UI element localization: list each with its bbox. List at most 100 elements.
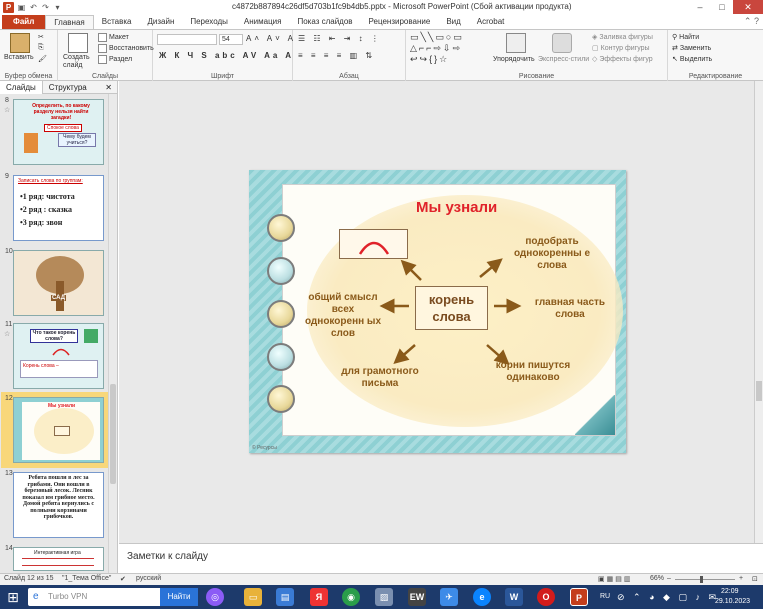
opera-icon[interactable]: O bbox=[537, 588, 555, 606]
quick-styles-button[interactable]: Экспресс-стили bbox=[538, 56, 589, 63]
text-format-buttons-icon[interactable]: Ж К Ч S abc AV Aa A bbox=[159, 51, 294, 60]
clock-date[interactable]: 29.10.2023 bbox=[715, 598, 750, 605]
word-icon[interactable]: W bbox=[505, 588, 523, 606]
tab-acrobat[interactable]: Acrobat bbox=[469, 15, 513, 29]
shape-outline-icon: ▢ bbox=[592, 45, 599, 52]
tab-insert[interactable]: Вставка bbox=[94, 15, 140, 29]
grow-shrink-font-icon[interactable]: A˄ A˅ A bbox=[246, 34, 296, 43]
arrange-button[interactable]: Упорядочить bbox=[493, 56, 535, 63]
shape-fill-icon: ◈ bbox=[592, 34, 598, 41]
help-icon[interactable]: ? bbox=[754, 16, 759, 26]
redo-icon[interactable]: ↷ bbox=[41, 3, 50, 12]
main-scrollbar[interactable] bbox=[754, 81, 763, 543]
font-name-combo[interactable] bbox=[157, 34, 217, 45]
section-button[interactable]: Раздел bbox=[98, 55, 132, 64]
tab-slideshow[interactable]: Показ слайдов bbox=[289, 15, 360, 29]
zoom-slider[interactable] bbox=[675, 579, 735, 580]
notes-pane[interactable]: Заметки к слайду bbox=[119, 543, 763, 573]
tab-home[interactable]: Главная bbox=[45, 15, 94, 29]
app-icon[interactable]: ▤ bbox=[276, 588, 294, 606]
zoom-slider-knob[interactable] bbox=[700, 576, 703, 583]
maximize-button[interactable]: □ bbox=[711, 0, 733, 14]
ribbon: Вставить ✂ ⎘ 🖌 Буфер обмена Создать слай… bbox=[0, 29, 763, 81]
customize-qat-icon[interactable]: ▾ bbox=[53, 3, 62, 12]
powerpoint-logo-icon[interactable]: P bbox=[3, 1, 14, 13]
shapes-gallery-icon[interactable]: ▭╲╲▭○▭ △⌐⌐⇨⇩⇨ ↩↪{}☆ bbox=[410, 32, 464, 65]
label-main-part[interactable]: главная часть слова bbox=[533, 297, 607, 321]
minimize-button[interactable]: – bbox=[689, 0, 711, 14]
fit-slide-icon[interactable]: ⊡ bbox=[752, 575, 758, 583]
yandex-browser-icon[interactable]: Я bbox=[310, 588, 328, 606]
keyboard-language[interactable]: RU bbox=[600, 593, 610, 600]
label-find-cognates[interactable]: подобрать однокоренны е слова bbox=[507, 236, 597, 272]
tab-review[interactable]: Рецензирование bbox=[361, 15, 439, 29]
notes-placeholder: Заметки к слайду bbox=[127, 551, 208, 562]
collapse-ribbon-icon[interactable]: ⌃ bbox=[744, 16, 752, 26]
select-button[interactable]: ↖ Выделить bbox=[672, 55, 712, 64]
tab-slides[interactable]: Слайды bbox=[0, 80, 43, 94]
list-buttons-icon[interactable]: ☰ ☷ ⇤ ⇥ ↕ ⋮ bbox=[298, 34, 382, 43]
copy-icon[interactable]: ⎘ bbox=[38, 44, 44, 52]
tab-transitions[interactable]: Переходы bbox=[182, 15, 236, 29]
quick-styles-icon[interactable] bbox=[552, 33, 572, 53]
reset-button[interactable]: Восстановить bbox=[98, 44, 154, 53]
pane-close-icon[interactable]: ✕ bbox=[105, 83, 112, 92]
font-size-combo[interactable]: 54 bbox=[219, 34, 243, 45]
save-icon[interactable]: ▣ bbox=[17, 3, 26, 12]
transition-star-icon: ☆ bbox=[4, 331, 11, 338]
zoom-in-icon[interactable]: + bbox=[739, 575, 743, 582]
binoculars-icon: ⚲ bbox=[672, 34, 678, 41]
zoom-out-icon[interactable]: – bbox=[667, 575, 671, 582]
label-roots-same[interactable]: корни пишутся одинаково bbox=[493, 360, 573, 384]
cut-icon[interactable]: ✂ bbox=[38, 33, 44, 41]
view-buttons-icon[interactable]: ▣▦▤▥ bbox=[598, 575, 632, 583]
zoom-level[interactable]: 66% bbox=[650, 575, 664, 582]
close-button[interactable]: ✕ bbox=[733, 0, 763, 14]
telegram-icon[interactable]: ✈ bbox=[440, 588, 458, 606]
new-slide-icon[interactable] bbox=[68, 33, 88, 53]
spellcheck-icon[interactable]: ✔ bbox=[120, 575, 126, 583]
system-tray: RU ⊘ ⌃ ◕ ◆ ▢ ♪ ✉ 22:09 29.10.2023 bbox=[593, 585, 763, 609]
label-for-writing[interactable]: для грамотного письма bbox=[341, 366, 419, 390]
layout-button[interactable]: Макет bbox=[98, 33, 129, 42]
language-indicator[interactable]: русский bbox=[136, 575, 161, 582]
book-image bbox=[24, 133, 38, 153]
shape-effects-button[interactable]: ◇ Эффекты фигур bbox=[592, 55, 653, 64]
alice-icon[interactable]: ◎ bbox=[206, 588, 224, 606]
powerpoint-taskbar-icon[interactable]: P bbox=[570, 588, 588, 606]
search-button[interactable]: Найти bbox=[160, 588, 198, 606]
taskbar-search[interactable]: e Turbo VPN Найти bbox=[28, 588, 198, 606]
shape-outline-button[interactable]: ▢ Контур фигуры bbox=[592, 44, 650, 53]
paste-button[interactable]: Вставить bbox=[4, 54, 34, 61]
tab-design[interactable]: Дизайн bbox=[139, 15, 182, 29]
shape-fill-button[interactable]: ◈ Заливка фигуры bbox=[592, 33, 653, 42]
file-explorer-icon[interactable]: ▭ bbox=[244, 588, 262, 606]
ew-app-icon[interactable]: EW bbox=[408, 588, 426, 606]
undo-icon[interactable]: ↶ bbox=[29, 3, 38, 12]
chrome-icon[interactable]: ◉ bbox=[342, 588, 360, 606]
align-buttons-icon[interactable]: ≡ ≡ ≡ ≡ ▥ ⇅ bbox=[298, 51, 375, 60]
paste-icon[interactable] bbox=[10, 33, 30, 53]
new-slide-button[interactable]: Создать слайд bbox=[63, 54, 97, 70]
tab-outline[interactable]: Структура bbox=[43, 81, 93, 94]
format-painter-icon[interactable]: 🖌 bbox=[38, 55, 47, 63]
clipboard-label: Буфер обмена bbox=[4, 73, 53, 80]
picture-viewer-icon[interactable]: ▨ bbox=[375, 588, 393, 606]
paragraph-group: ☰ ☷ ⇤ ⇥ ↕ ⋮ ≡ ≡ ≡ ≡ ▥ ⇅ Абзац bbox=[293, 30, 406, 81]
label-common-meaning[interactable]: общий смысл всех однокоренн ых слов bbox=[303, 292, 383, 340]
clock-time[interactable]: 22:09 bbox=[721, 588, 739, 595]
current-slide[interactable]: Мы узнали корень слова подобрать однокор… bbox=[249, 170, 626, 453]
edge-icon[interactable]: e bbox=[473, 588, 491, 606]
arrange-icon[interactable] bbox=[506, 33, 526, 53]
tab-file[interactable]: Файл bbox=[2, 15, 46, 29]
find-button[interactable]: ⚲ Найти bbox=[672, 33, 699, 42]
tray-icons[interactable]: ⊘ ⌃ ◕ ◆ ▢ ♪ ✉ bbox=[617, 592, 719, 603]
font-label: Шрифт bbox=[210, 73, 235, 80]
owl-image bbox=[84, 329, 98, 343]
tab-animations[interactable]: Анимация bbox=[236, 15, 290, 29]
windows-start-icon[interactable]: ⊞ bbox=[3, 587, 23, 607]
replace-button[interactable]: ⇄ Заменить bbox=[672, 44, 711, 53]
status-bar: Слайд 12 из 15 "1_Тема Office" ✔ русский… bbox=[0, 573, 763, 585]
tab-view[interactable]: Вид bbox=[438, 15, 468, 29]
slides-pane-scrollbar[interactable] bbox=[108, 94, 117, 573]
